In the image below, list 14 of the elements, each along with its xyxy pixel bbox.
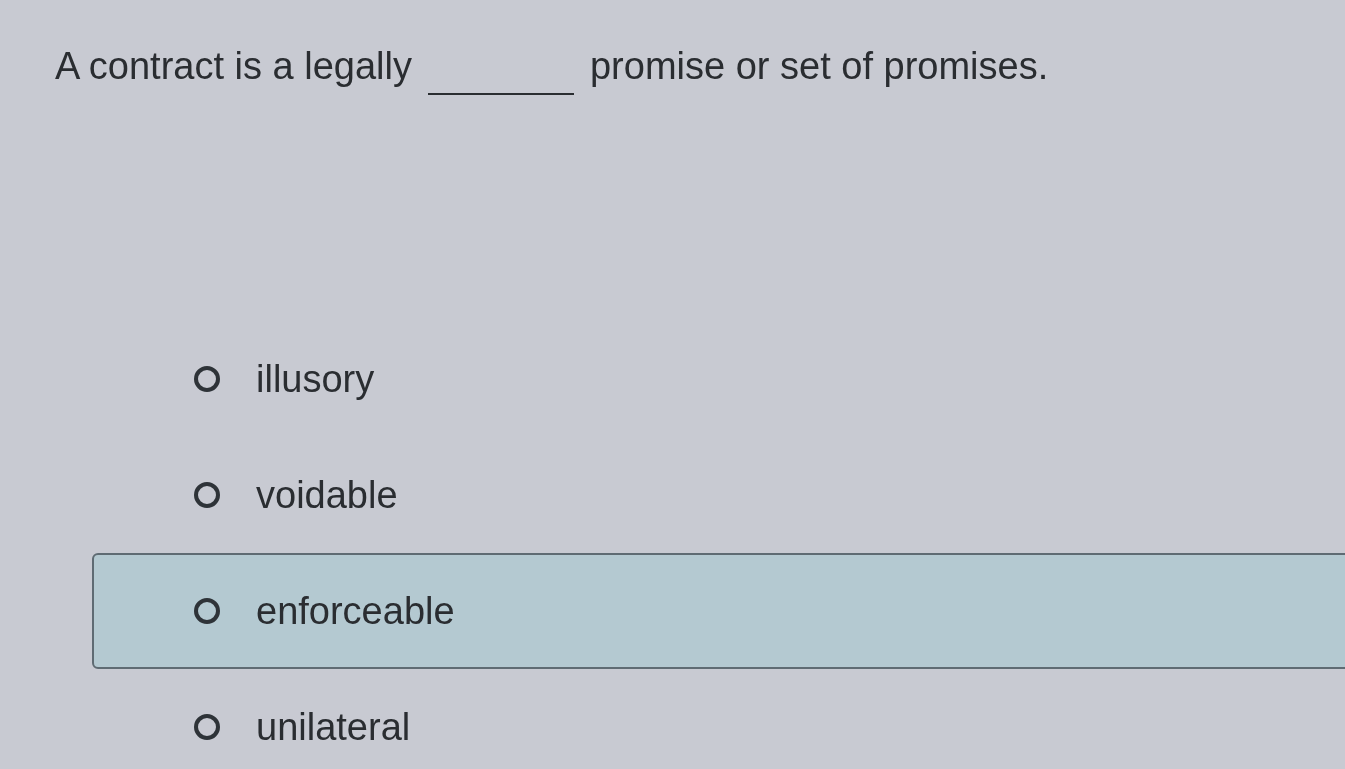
option-label: voidable [256, 472, 398, 518]
radio-button[interactable] [194, 598, 220, 624]
radio-button[interactable] [194, 714, 220, 740]
radio-button[interactable] [194, 482, 220, 508]
answer-option[interactable]: unilateral [92, 669, 1345, 769]
answer-option[interactable]: illusory [92, 321, 1345, 437]
answer-option[interactable]: enforceable [92, 553, 1345, 669]
question-text: promise or set of promises. [589, 44, 1049, 89]
option-label: illusory [256, 356, 375, 402]
radio-button[interactable] [194, 366, 220, 392]
option-label: enforceable [256, 588, 455, 634]
question-text: A contract is a legally [55, 44, 412, 89]
option-label: unilateral [256, 704, 411, 750]
answer-option[interactable]: voidable [92, 437, 1345, 553]
